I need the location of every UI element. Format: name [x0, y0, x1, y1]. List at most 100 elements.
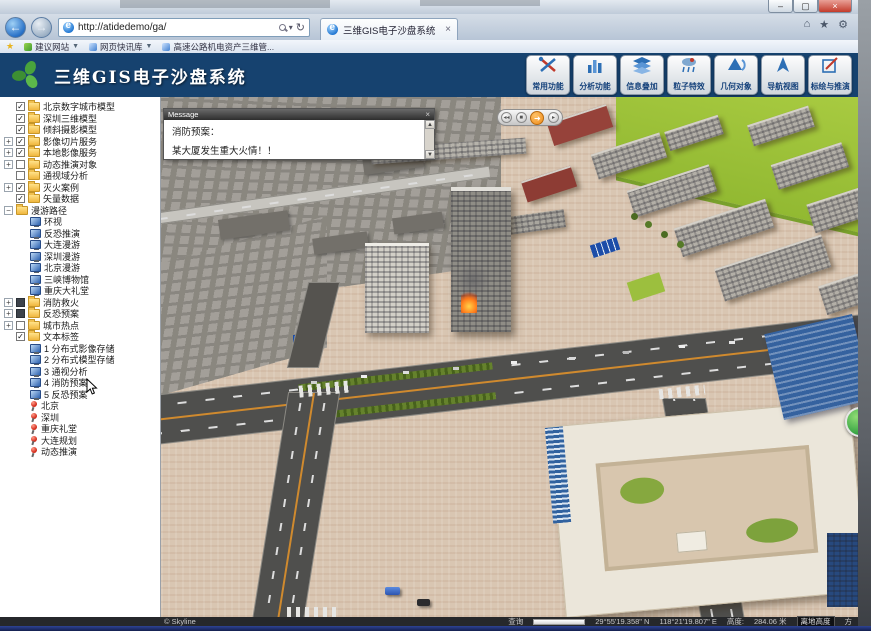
folder-icon: [16, 206, 28, 215]
monitor-icon: [30, 367, 41, 376]
message-titlebar[interactable]: Message ×: [164, 109, 434, 120]
expand-icon[interactable]: +: [4, 148, 13, 157]
browser-tab[interactable]: 三维GIS电子沙盘系统 ×: [320, 18, 458, 40]
tree-checkbox[interactable]: ✓: [16, 194, 25, 203]
close-button[interactable]: ×: [818, 0, 852, 13]
tree-checkbox[interactable]: [16, 309, 25, 318]
window-controls: – ▢ ×: [768, 0, 852, 13]
folder-icon: [28, 183, 40, 192]
favorite-item[interactable]: 高速公路机电资产三维管...: [162, 41, 274, 53]
url-text[interactable]: http://atidedemo/ga/: [78, 22, 275, 33]
tab-close-icon[interactable]: ×: [445, 24, 451, 35]
forward-step-button[interactable]: ▸: [548, 112, 559, 123]
expand-icon[interactable]: +: [4, 309, 13, 318]
message-scrollbar[interactable]: ▲ ▼: [424, 120, 434, 159]
toolbar-button-几何对象[interactable]: 几何对象: [714, 55, 758, 95]
play-button[interactable]: ➜: [530, 111, 544, 125]
tree-checkbox[interactable]: [16, 298, 25, 307]
expand-icon[interactable]: +: [4, 137, 13, 146]
courtyard-lawn: [627, 272, 666, 302]
garden-patch: [619, 476, 665, 506]
toolbar-button-分析功能[interactable]: 分析功能: [573, 55, 617, 95]
address-bar[interactable]: http://atidedemo/ga/ ▾ ↻: [58, 18, 310, 37]
tree-item[interactable]: ✓矢量数据: [0, 193, 160, 205]
tree-item[interactable]: 重庆礼堂: [0, 423, 160, 435]
toolbar-button-粒子特效[interactable]: 粒子特效: [667, 55, 711, 95]
tree-item[interactable]: 重庆大礼堂: [0, 285, 160, 297]
search-icon[interactable]: [279, 24, 286, 31]
traffic-cars: [361, 375, 367, 378]
browser-titlebar[interactable]: – ▢ ×: [0, 0, 858, 14]
folder-icon: [28, 160, 40, 169]
tree-checkbox[interactable]: ✓: [16, 148, 25, 157]
tree-checkbox[interactable]: [16, 321, 25, 330]
tree-item[interactable]: 北京: [0, 400, 160, 412]
toolbar-button-导航视图[interactable]: 导航视图: [761, 55, 805, 95]
tree-item[interactable]: 大连规划: [0, 435, 160, 447]
crosswalk: [659, 385, 706, 400]
tree-item[interactable]: 动态推演: [0, 446, 160, 458]
windows-taskbar[interactable]: [0, 626, 871, 631]
tree-item[interactable]: +城市热点: [0, 320, 160, 332]
pin-icon: [30, 401, 38, 410]
chevron-down-icon[interactable]: ▾: [289, 23, 293, 32]
garden-patch: [745, 516, 799, 544]
solar-panels: [590, 237, 621, 258]
tree-checkbox[interactable]: ✓: [16, 332, 25, 341]
refresh-icon[interactable]: ↻: [296, 21, 305, 34]
scroll-down-icon[interactable]: ▼: [425, 150, 435, 159]
tree-item[interactable]: +✓灭火案例: [0, 182, 160, 194]
tree-checkbox[interactable]: ✓: [16, 125, 25, 134]
message-close-icon[interactable]: ×: [425, 109, 430, 120]
minimize-button[interactable]: –: [768, 0, 793, 13]
settings-gear-icon[interactable]: ⚙: [838, 18, 848, 31]
background-window: [420, 0, 540, 6]
small-structure: [676, 530, 708, 553]
browser-toolbar-icons: ⌂ ★ ⚙: [804, 18, 848, 31]
tree-checkbox[interactable]: [16, 171, 25, 180]
forward-button[interactable]: →: [31, 17, 52, 38]
stop-button[interactable]: ■: [516, 112, 527, 123]
suggested-sites-icon: [24, 43, 32, 51]
tree-item[interactable]: +消防救火: [0, 297, 160, 309]
toolbar-button-标绘与推演[interactable]: 标绘与推演: [808, 55, 852, 95]
tools-icon: [537, 56, 559, 80]
folder-icon: [28, 125, 40, 134]
favorites-star-icon[interactable]: ★: [819, 18, 829, 31]
collapse-icon[interactable]: −: [4, 206, 13, 215]
chevron-down-icon: ▼: [72, 43, 79, 50]
toolbar-button-常用功能[interactable]: 常用功能: [526, 55, 570, 95]
tree-item[interactable]: −漫游路径: [0, 205, 160, 217]
back-button[interactable]: ←: [5, 17, 26, 38]
tree-checkbox[interactable]: [16, 160, 25, 169]
layer-tree-panel[interactable]: ✓北京数字城市模型✓深圳三维模型✓倾斜摄影模型+✓影像切片服务+✓本地影像服务+…: [0, 97, 161, 617]
rewind-button[interactable]: ◂◂: [501, 112, 512, 123]
tree-item[interactable]: +反恐预案: [0, 308, 160, 320]
add-favorite-icon[interactable]: ★: [6, 41, 14, 52]
home-icon[interactable]: ⌂: [804, 18, 811, 31]
toolbar-button-label: 标绘与推演: [810, 80, 849, 91]
scroll-up-icon[interactable]: ▲: [425, 120, 435, 129]
tree-checkbox[interactable]: ✓: [16, 137, 25, 146]
toolbar-button-信息叠加[interactable]: 信息叠加: [620, 55, 664, 95]
brick-building: [521, 166, 577, 203]
favorite-item[interactable]: 网页快讯库▼: [89, 41, 152, 53]
favorite-item[interactable]: 建议网站▼: [24, 41, 79, 53]
tree-item[interactable]: 深圳: [0, 412, 160, 424]
tree-item[interactable]: 通视域分析: [0, 170, 160, 182]
maximize-button[interactable]: ▢: [793, 0, 818, 13]
map-viewport[interactable]: Message × 消防预案： 某大厦发生重大火情！！ ▲ ▼ ◂◂ ■ ➜ ▸: [161, 97, 858, 617]
expand-icon[interactable]: +: [4, 183, 13, 192]
tree-checkbox[interactable]: ✓: [16, 102, 25, 111]
expand-icon[interactable]: +: [4, 321, 13, 330]
blue-car: [385, 587, 400, 595]
apartment-building: [818, 265, 858, 315]
message-window[interactable]: Message × 消防预案： 某大厦发生重大火情！！ ▲ ▼: [163, 108, 435, 160]
tree-item[interactable]: 5 反恐预案: [0, 389, 160, 401]
tree-checkbox[interactable]: ✓: [16, 114, 25, 123]
expand-icon[interactable]: +: [4, 160, 13, 169]
tree-checkbox[interactable]: ✓: [16, 183, 25, 192]
expand-icon[interactable]: +: [4, 298, 13, 307]
dark-car: [417, 599, 430, 606]
folder-icon: [28, 148, 40, 157]
